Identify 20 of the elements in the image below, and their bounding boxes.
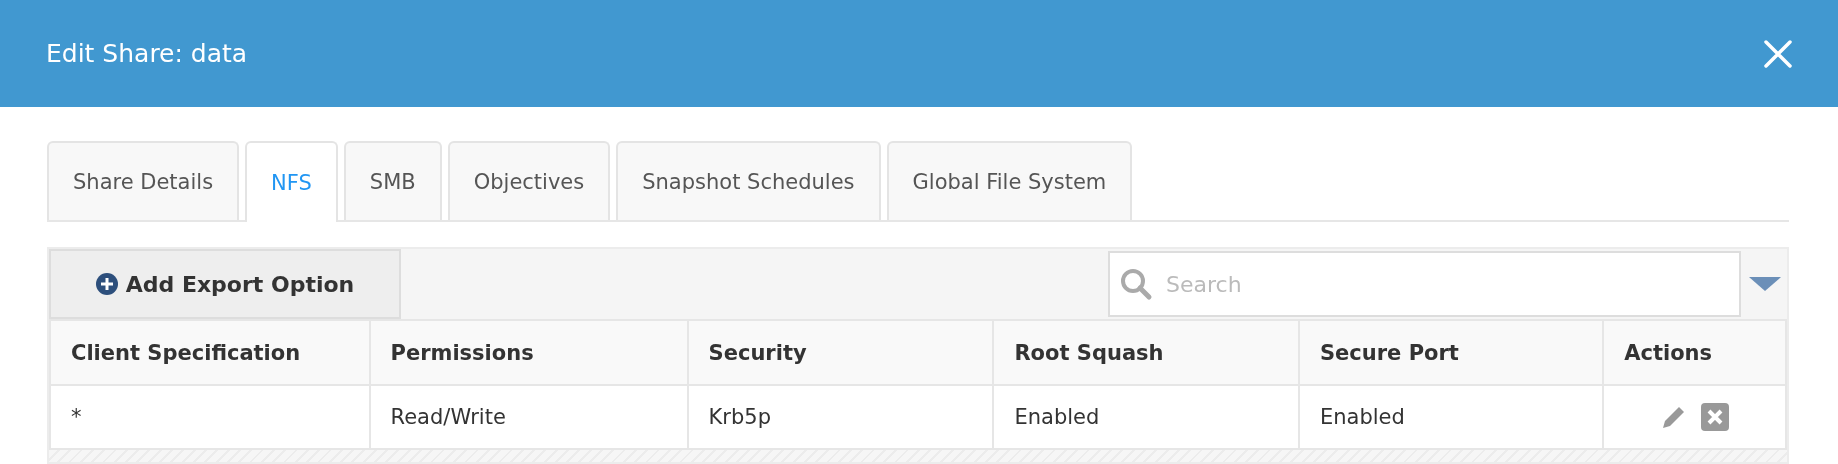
- caret-icon[interactable]: [1749, 277, 1781, 291]
- column-header: Root Squash: [993, 320, 1299, 385]
- column-header: Client Specification: [50, 320, 370, 385]
- column-header: Actions: [1603, 320, 1786, 385]
- delete-icon[interactable]: [1700, 403, 1729, 431]
- column-header: Permissions: [369, 320, 688, 385]
- column-header: Security: [687, 320, 994, 385]
- tab[interactable]: Objectives: [447, 141, 611, 220]
- window-title: Edit Share: data: [46, 39, 248, 68]
- add-export-option-button[interactable]: Add Export Option: [49, 249, 401, 319]
- tab[interactable]: Snapshot Schedules: [616, 141, 881, 220]
- search-field[interactable]: Search: [1108, 251, 1741, 317]
- tab[interactable]: Global File System: [886, 141, 1133, 220]
- tab[interactable]: Share Details: [47, 141, 240, 220]
- column-header: Secure Port: [1298, 320, 1604, 385]
- search-icon: [1118, 266, 1154, 302]
- tab[interactable]: SMB: [343, 141, 442, 220]
- pencil-icon[interactable]: [1660, 404, 1687, 430]
- plus-circle-icon: [95, 273, 118, 295]
- close-button[interactable]: [1762, 37, 1794, 70]
